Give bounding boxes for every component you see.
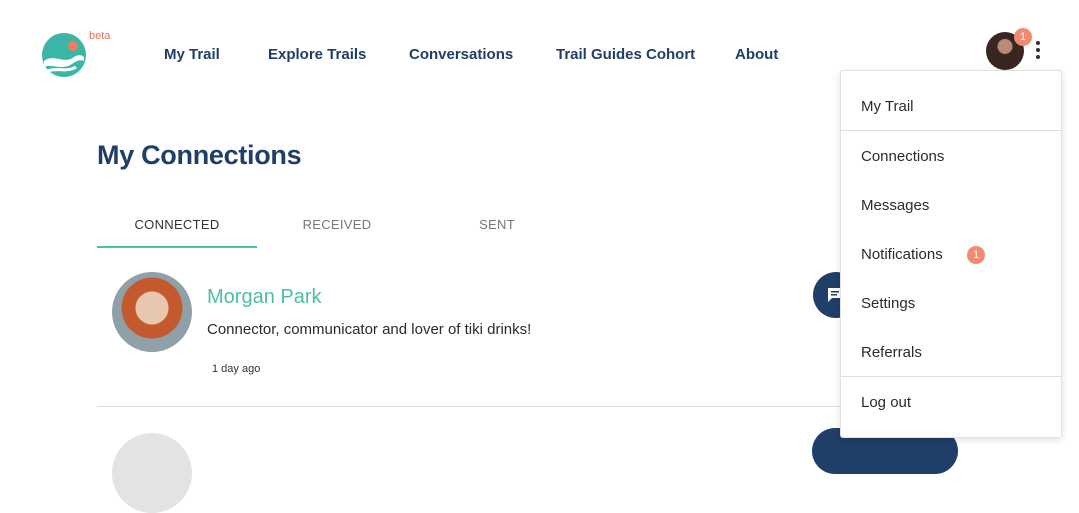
menu-divider — [841, 130, 1061, 131]
list-divider — [97, 406, 857, 407]
tab-sent[interactable]: SENT — [417, 217, 577, 246]
menu-item-connections[interactable]: Connections — [861, 148, 944, 165]
user-avatar-button[interactable]: 1 — [986, 28, 1032, 72]
menu-item-my-trail[interactable]: My Trail — [861, 98, 914, 115]
notifications-badge: 1 — [967, 246, 985, 264]
tab-received[interactable]: RECEIVED — [257, 217, 417, 246]
logo-icon[interactable] — [40, 31, 88, 79]
connection-bio: Connector, communicator and lover of tik… — [207, 321, 532, 338]
menu-item-notifications[interactable]: Notifications — [861, 246, 943, 263]
connection-time: 1 day ago — [212, 363, 261, 375]
beta-label: beta — [89, 30, 111, 42]
notification-badge: 1 — [1014, 28, 1032, 46]
menu-divider — [841, 376, 1061, 377]
nav-conversations[interactable]: Conversations — [409, 46, 513, 63]
connection-tabs: CONNECTED RECEIVED SENT — [97, 217, 577, 253]
tab-connected[interactable]: CONNECTED — [97, 217, 257, 248]
user-dropdown-menu: My Trail Connections Messages Notificati… — [840, 70, 1062, 438]
connection-avatar[interactable] — [112, 272, 192, 352]
menu-item-log-out[interactable]: Log out — [861, 394, 911, 411]
page-title: My Connections — [97, 140, 302, 170]
connection-avatar[interactable] — [112, 433, 192, 513]
connection-name[interactable]: Morgan Park — [207, 286, 322, 309]
nav-about[interactable]: About — [735, 46, 778, 63]
nav-explore-trails[interactable]: Explore Trails — [268, 46, 366, 63]
nav-my-trail[interactable]: My Trail — [164, 46, 220, 63]
connection-card: Morgan Park Connector, communicator and … — [97, 268, 859, 406]
menu-item-settings[interactable]: Settings — [861, 295, 915, 312]
nav-trail-guides-cohort[interactable]: Trail Guides Cohort — [556, 46, 695, 63]
more-menu-icon[interactable] — [1033, 41, 1043, 61]
menu-item-messages[interactable]: Messages — [861, 197, 929, 214]
menu-item-referrals[interactable]: Referrals — [861, 344, 922, 361]
